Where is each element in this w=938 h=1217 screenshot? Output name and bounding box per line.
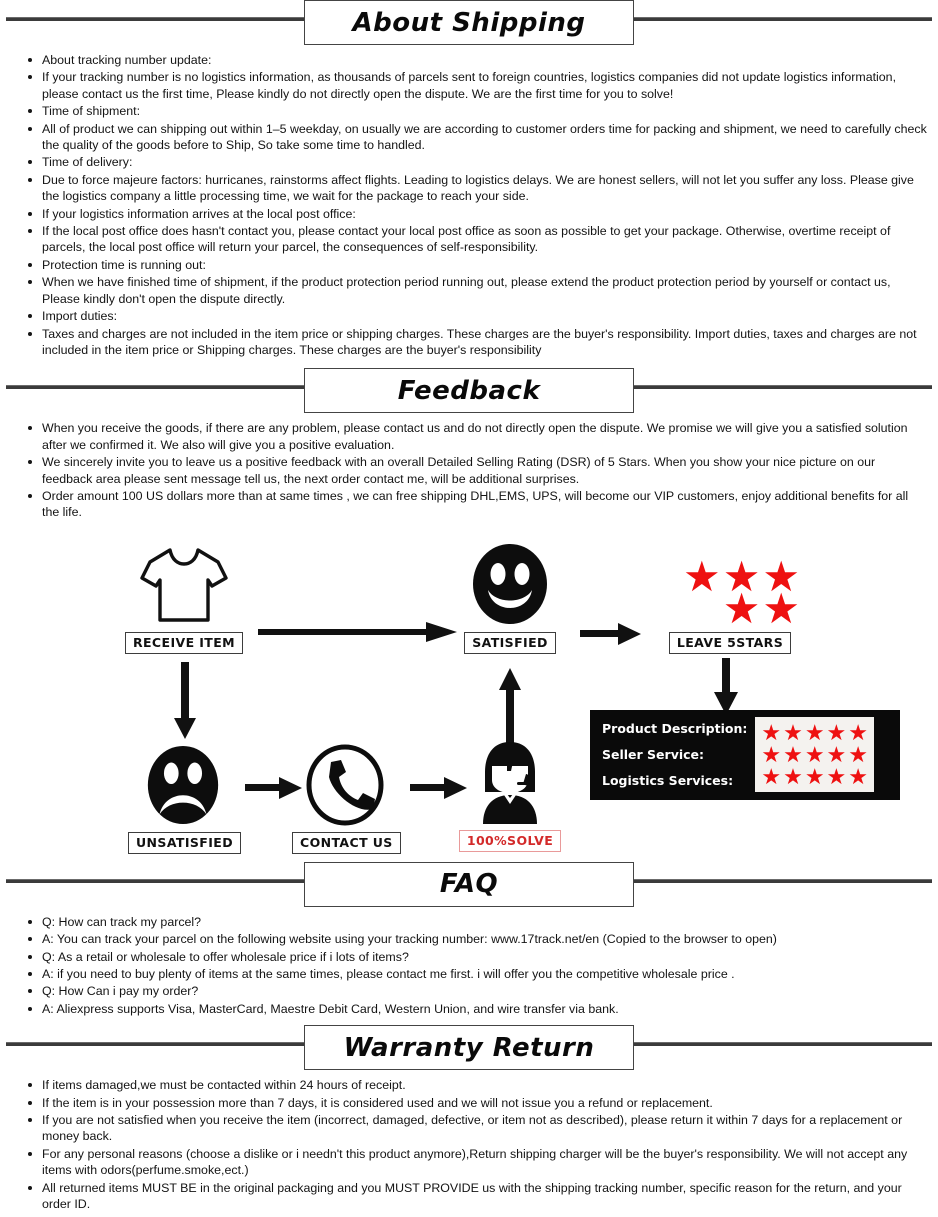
section-title-text: FAQ	[439, 869, 499, 900]
list-item: We sincerely invite you to leave us a po…	[28, 454, 928, 487]
sad-face-icon	[128, 744, 238, 826]
section-title-box: Warranty Return	[304, 1025, 634, 1071]
flow-caption: SATISFIED	[464, 631, 556, 654]
flow-caption: LEAVE 5STARS	[668, 631, 792, 654]
list-item: When we have finished time of shipment, …	[28, 274, 928, 307]
section-title-text: About Shipping	[352, 7, 586, 38]
dsr-label: Product Description:	[602, 720, 748, 736]
shipping-policy-page: About Shipping About tracking number upd…	[0, 0, 938, 1217]
flow-caption: RECEIVE ITEM	[124, 631, 244, 654]
warranty-return-list: If items damaged,we must be contacted wi…	[6, 1077, 932, 1212]
dsr-stars-grid: ★ ★ ★ ★ ★ ★ ★ ★ ★ ★ ★ ★ ★ ★ ★	[755, 717, 875, 793]
list-item: All of product we can shipping out withi…	[28, 121, 928, 154]
list-item: Time of delivery:	[28, 154, 928, 170]
section-header-warranty-return: Warranty Return	[6, 1025, 932, 1071]
list-item: If your logistics information arrives at…	[28, 206, 928, 222]
section-title-text: Warranty Return	[343, 1032, 595, 1063]
about-shipping-list: About tracking number update: If your tr…	[6, 52, 932, 358]
flow-node-contact-us: CONTACT US	[292, 744, 401, 854]
dsr-star-row: ★ ★ ★ ★ ★	[761, 764, 869, 790]
list-item: Due to force majeure factors: hurricanes…	[28, 172, 928, 205]
faq-list: Q: How can track my parcel? A: You can t…	[6, 914, 932, 1017]
list-item: If the item is in your possession more t…	[28, 1095, 928, 1111]
flow-caption: UNSATISFIED	[128, 831, 242, 854]
flow-node-solve: 100%SOLVE	[455, 740, 565, 852]
section-title-box: FAQ	[304, 861, 634, 907]
section-header-about-shipping: About Shipping	[6, 0, 932, 46]
list-item: For any personal reasons (choose a disli…	[28, 1146, 928, 1179]
list-item: Order amount 100 US dollars more than at…	[28, 488, 928, 521]
list-item: Q: How Can i pay my order?	[28, 983, 928, 999]
list-item: Q: How can track my parcel?	[28, 914, 928, 930]
flow-node-receive-item: RECEIVE ITEM	[124, 544, 244, 654]
dsr-label: Seller Service:	[602, 746, 705, 762]
feedback-list: When you receive the goods, if there are…	[6, 420, 932, 520]
dsr-label: Logistics Services:	[602, 772, 734, 788]
dsr-star-row: ★ ★ ★ ★ ★	[761, 720, 869, 746]
flow-node-leave-5stars: ★ ★ ★ ★ ★ LEAVE 5STARS	[660, 544, 800, 654]
list-item: When you receive the goods, if there are…	[28, 420, 928, 453]
flow-caption: CONTACT US	[292, 831, 401, 854]
section-title-box: About Shipping	[304, 0, 634, 45]
dsr-labels: Product Description: Seller Service: Log…	[602, 716, 755, 794]
tshirt-icon	[124, 544, 244, 626]
telephone-icon	[292, 744, 398, 826]
list-item: A: Aliexpress supports Visa, MasterCard,…	[28, 1001, 928, 1017]
dsr-rating-panel: Product Description: Seller Service: Log…	[590, 709, 900, 800]
arrow-right-satisfied-to-stars	[580, 622, 642, 651]
dsr-star-row: ★ ★ ★ ★ ★	[761, 742, 869, 768]
stars-row-bottom: ★ ★	[722, 584, 800, 632]
flow-caption: 100%SOLVE	[458, 829, 562, 852]
list-item: If your tracking number is no logistics …	[28, 69, 928, 102]
list-item: Taxes and charges are not included in th…	[28, 326, 928, 359]
list-item: If you are not satisfied when you receiv…	[28, 1112, 928, 1145]
list-item: If items damaged,we must be contacted wi…	[28, 1077, 928, 1093]
section-title-box: Feedback	[304, 368, 634, 414]
arrow-right-receive-to-satisfied	[258, 619, 458, 650]
smiley-face-icon	[455, 542, 565, 626]
arrow-down-receive-to-unsatisfied	[172, 661, 198, 745]
five-stars-icon: ★ ★ ★ ★ ★	[660, 544, 800, 632]
list-item: Time of shipment:	[28, 103, 928, 119]
flow-node-satisfied: SATISFIED	[455, 542, 565, 654]
list-item: About tracking number update:	[28, 52, 928, 68]
section-title-text: Feedback	[397, 375, 541, 406]
list-item: Import duties:	[28, 308, 928, 324]
list-item: A: if you need to buy plenty of items at…	[28, 966, 928, 982]
list-item: If the local post office does hasn't con…	[28, 223, 928, 256]
list-item: A: You can track your parcel on the foll…	[28, 931, 928, 947]
feedback-flow-diagram: RECEIVE ITEM SATISFIED ★ ★ ★ ★ ★ LEAVE 5…	[0, 522, 938, 862]
section-header-faq: FAQ	[6, 861, 932, 908]
list-item: Q: As a retail or wholesale to offer who…	[28, 949, 928, 965]
section-header-feedback: Feedback	[6, 368, 932, 414]
list-item: Protection time is running out:	[28, 257, 928, 273]
list-item: All returned items MUST BE in the origin…	[28, 1180, 928, 1213]
flow-node-unsatisfied: UNSATISFIED	[128, 744, 242, 854]
support-agent-icon	[455, 740, 565, 826]
